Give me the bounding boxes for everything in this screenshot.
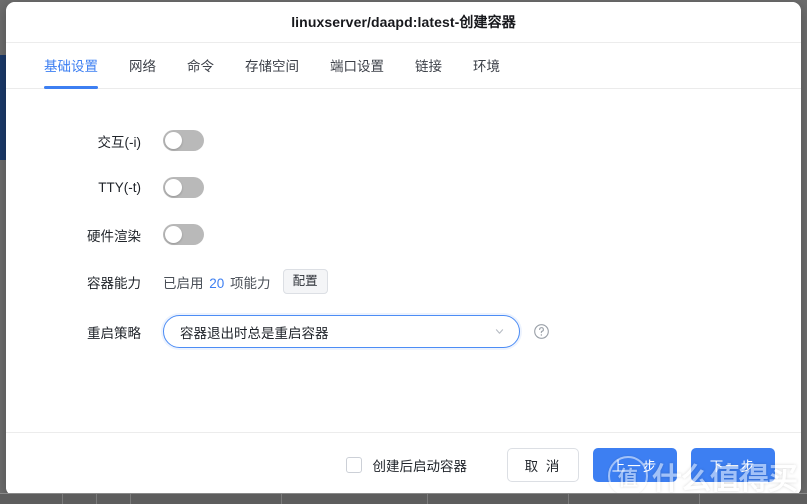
question-circle-icon[interactable]	[533, 323, 550, 340]
taskbar-cell[interactable]	[282, 494, 428, 504]
restart-policy-label: 重启策略	[87, 325, 141, 341]
restart-policy-select[interactable]: 容器退出时总是重启容器	[163, 315, 520, 348]
form-row-restart-policy: 重启策略 容器退出时总是重启容器	[6, 308, 801, 355]
tty-label: TTY(-t)	[98, 180, 141, 195]
capabilities-count: 20	[209, 275, 225, 291]
start-after-create-label: 创建后启动容器	[372, 458, 468, 474]
taskbar-cell[interactable]	[0, 494, 63, 504]
tab-label: 命令	[187, 58, 214, 74]
tab-label: 端口设置	[330, 58, 384, 74]
start-after-create-checkbox-row[interactable]: 创建后启动容器	[345, 455, 468, 475]
form-row-tty: TTY(-t)	[6, 164, 801, 211]
start-after-create-checkbox[interactable]	[345, 456, 362, 473]
desktop-taskbar[interactable]	[0, 493, 807, 504]
form-row-interactive: 交互(-i)	[6, 117, 801, 164]
capabilities-suffix: 项能力	[230, 275, 271, 291]
hardware-render-toggle[interactable]	[163, 224, 204, 245]
restart-policy-value: 容器退出时总是重启容器	[180, 325, 329, 341]
taskbar-cell[interactable]	[97, 494, 131, 504]
toggle-knob	[165, 226, 182, 243]
tab-port-settings[interactable]: 端口设置	[330, 43, 384, 88]
dialog-footer: 创建后启动容器 取 消 上一步 下一步 值 什么值得买	[6, 432, 801, 496]
dialog-title: linuxserver/daapd:latest-创建容器	[291, 14, 516, 30]
form-row-hardware-render: 硬件渲染	[6, 211, 801, 258]
hardware-render-label: 硬件渲染	[87, 228, 141, 244]
configure-capabilities-button[interactable]: 配置	[282, 269, 328, 294]
interactive-control	[163, 130, 204, 151]
taskbar-cell[interactable]	[63, 494, 97, 504]
previous-step-button[interactable]: 上一步	[593, 447, 677, 482]
taskbar-cell[interactable]	[428, 494, 569, 504]
restart-policy-control: 容器退出时总是重启容器	[163, 315, 550, 348]
taskbar-cell[interactable]	[569, 494, 700, 504]
toggle-knob	[165, 132, 182, 149]
tab-label: 存储空间	[245, 58, 299, 74]
hardware-render-control	[163, 224, 204, 245]
tab-command[interactable]: 命令	[187, 43, 214, 88]
tab-label: 链接	[415, 58, 442, 74]
tab-network[interactable]: 网络	[129, 43, 156, 88]
tab-environment[interactable]: 环境	[473, 43, 500, 88]
taskbar-cell[interactable]	[131, 494, 282, 504]
tty-control	[163, 177, 204, 198]
dialog-header: linuxserver/daapd:latest-创建容器	[6, 2, 801, 43]
interactive-toggle[interactable]	[163, 130, 204, 151]
chevron-down-icon	[495, 329, 504, 334]
dialog-body: 交互(-i) TTY(-t) 硬件渲染 容器能力 已启用 20 项能力 配置 重…	[6, 89, 801, 432]
tab-bar: 基础设置 网络 命令 存储空间 端口设置 链接 环境	[6, 43, 801, 89]
toggle-knob	[165, 179, 182, 196]
tab-basic-settings[interactable]: 基础设置	[44, 43, 98, 89]
tab-label: 基础设置	[44, 58, 98, 74]
tab-label: 网络	[129, 58, 156, 74]
capabilities-summary: 已启用 20 项能力	[163, 272, 271, 292]
capabilities-control: 已启用 20 项能力 配置	[163, 269, 328, 294]
cancel-button[interactable]: 取 消	[507, 447, 579, 482]
next-step-button[interactable]: 下一步	[691, 447, 775, 482]
tty-toggle[interactable]	[163, 177, 204, 198]
form-row-capabilities: 容器能力 已启用 20 项能力 配置	[6, 258, 801, 305]
create-container-dialog: linuxserver/daapd:latest-创建容器 基础设置 网络 命令…	[6, 2, 801, 496]
tab-label: 环境	[473, 58, 500, 74]
tab-links[interactable]: 链接	[415, 43, 442, 88]
interactive-label: 交互(-i)	[97, 134, 142, 150]
tab-storage[interactable]: 存储空间	[245, 43, 299, 88]
capabilities-prefix: 已启用	[163, 275, 204, 291]
capabilities-label: 容器能力	[87, 275, 141, 291]
